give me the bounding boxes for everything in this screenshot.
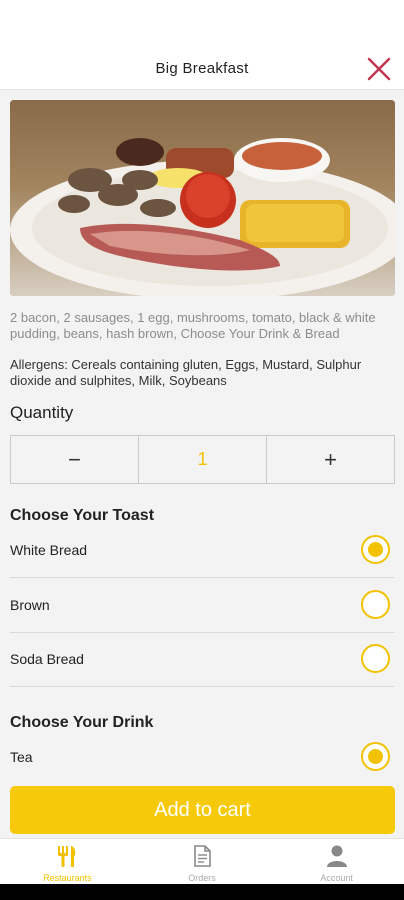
- header-bar: Big Breakfast: [0, 0, 404, 90]
- add-to-cart-button[interactable]: Add to cart: [10, 786, 395, 834]
- quantity-decrease-button[interactable]: −: [11, 436, 139, 483]
- item-description: 2 bacon, 2 sausages, 1 egg, mushrooms, t…: [10, 310, 376, 341]
- quantity-value: 1: [139, 436, 267, 483]
- tab-label: Orders: [188, 873, 216, 883]
- option-label: White Bread: [10, 542, 88, 558]
- document-icon: [194, 845, 211, 867]
- tab-restaurants[interactable]: Restaurants: [0, 839, 135, 884]
- quantity-title: Quantity: [10, 403, 74, 422]
- drink-option-tea[interactable]: Tea: [10, 730, 394, 780]
- cart-bar: Add to cart: [0, 780, 404, 838]
- radio-unselected-icon[interactable]: [361, 590, 390, 619]
- person-icon: [326, 845, 347, 867]
- radio-unselected-icon[interactable]: [361, 644, 390, 673]
- quantity-increase-button[interactable]: +: [267, 436, 394, 483]
- toast-option-white-bread[interactable]: White Bread: [10, 523, 394, 578]
- page-title: Big Breakfast: [155, 60, 249, 77]
- item-photo: [10, 100, 395, 296]
- option-label: Soda Bread: [10, 651, 84, 667]
- tab-label: Restaurants: [43, 873, 92, 883]
- tab-label: Account: [320, 873, 353, 883]
- toast-option-brown[interactable]: Brown: [10, 578, 394, 633]
- option-label: Tea: [10, 749, 33, 765]
- item-detail-content[interactable]: 2 bacon, 2 sausages, 1 egg, mushrooms, t…: [0, 90, 404, 780]
- tab-account[interactable]: Account: [269, 839, 404, 884]
- quantity-stepper: − 1 +: [10, 435, 395, 484]
- tab-orders[interactable]: Orders: [135, 839, 270, 884]
- item-allergens: Allergens: Cereals containing gluten, Eg…: [10, 357, 362, 388]
- toast-option-soda-bread[interactable]: Soda Bread: [10, 632, 394, 687]
- bottom-tab-bar: Restaurants Orders Account: [0, 838, 404, 884]
- system-navigation-bar: [0, 884, 404, 900]
- option-label: Brown: [10, 597, 50, 613]
- radio-selected-icon[interactable]: [361, 742, 390, 771]
- breakfast-image: [10, 100, 395, 296]
- radio-selected-icon[interactable]: [361, 535, 390, 564]
- fork-knife-icon: [58, 846, 76, 867]
- close-icon[interactable]: [366, 56, 392, 82]
